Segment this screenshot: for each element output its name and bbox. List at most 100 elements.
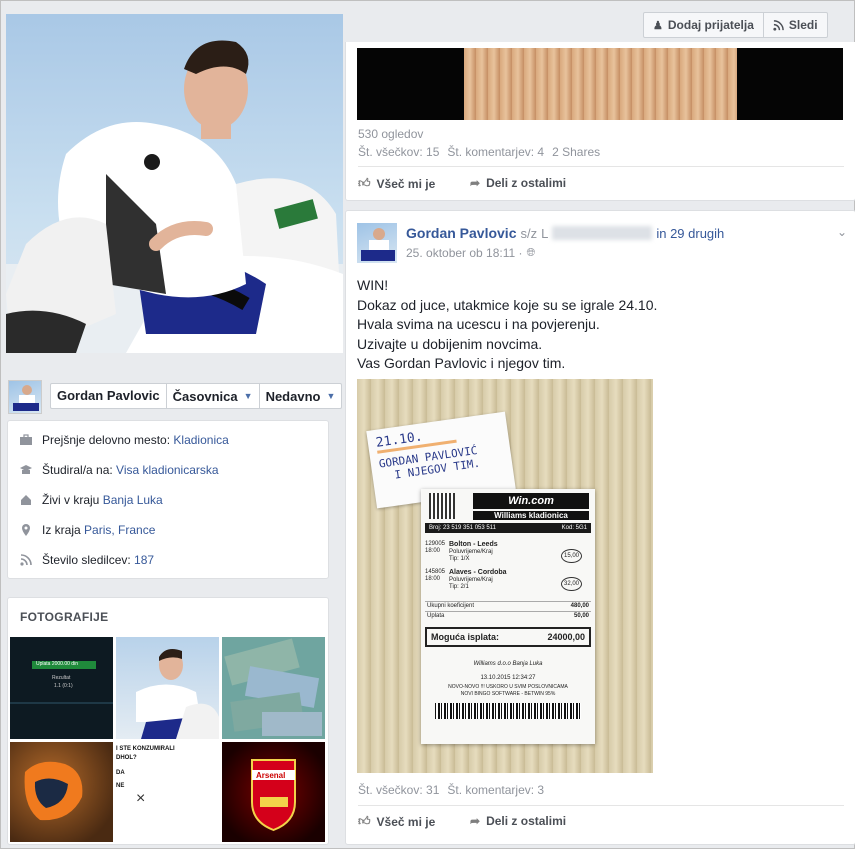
post-2-likes-count[interactable]: Št. všečkov: 31 bbox=[358, 783, 439, 797]
photo-tile-5[interactable]: I STE KONZUMIRALI DHOL? DA NE × bbox=[116, 742, 219, 842]
ticket-footer-2: 13.10.2015 12:34:27 bbox=[480, 675, 536, 681]
timeline-label: Časovnica bbox=[172, 388, 238, 404]
post-2-like-button[interactable]: 👍︎ Všeč mi je bbox=[358, 814, 435, 829]
rider-thumb-illustration bbox=[136, 649, 219, 739]
tagged-initial[interactable]: L bbox=[541, 226, 548, 241]
match-time: 18:00 bbox=[425, 548, 441, 554]
recent-label: Nedavno bbox=[265, 388, 321, 404]
match-time: 18:00 bbox=[425, 576, 441, 582]
thumbs-up-icon: 👍︎ bbox=[358, 814, 371, 828]
post-2-comments-count[interactable]: Št. komentarjev: 3 bbox=[447, 783, 544, 797]
post-line: Hvala svima na ucescu i na povjerenju. bbox=[357, 316, 600, 332]
match-id: 145805 bbox=[425, 569, 446, 575]
post-line: Uzivajte u dobijenim novcima. bbox=[357, 335, 543, 352]
intro-item-home: Živi v kraju Banja Luka bbox=[20, 493, 163, 507]
photo-tile-3[interactable] bbox=[222, 637, 325, 739]
post-1-like-button[interactable]: 👍︎ Všeč mi je bbox=[358, 176, 435, 191]
profile-thumb[interactable] bbox=[8, 380, 42, 414]
profile-cover-photo[interactable] bbox=[6, 14, 343, 353]
intro-item-hometown: Iz kraja Paris, France bbox=[20, 523, 155, 537]
intro-item-text: Živi v kraju Banja Luka bbox=[42, 493, 163, 507]
post-1-shares-count[interactable]: 2 Shares bbox=[552, 145, 600, 159]
like-label: Všeč mi je bbox=[376, 176, 436, 191]
post-2-photo[interactable]: 21.10. GORDAN PAVLOVIĆ I NJEGOV TIM. Win… bbox=[357, 379, 653, 773]
with-prefix: s/z bbox=[520, 225, 538, 241]
post-author-link[interactable]: Gordan Pavlovic bbox=[406, 225, 516, 241]
city-link[interactable]: Banja Luka bbox=[103, 493, 163, 507]
hometown-link[interactable]: Paris, France bbox=[84, 523, 155, 537]
qr-code-icon bbox=[429, 493, 455, 519]
briefcase-icon bbox=[20, 434, 32, 445]
stake-label: Uplata bbox=[427, 613, 445, 619]
tile-divider bbox=[10, 702, 113, 704]
header-actions: ♟ Dodaj prijatelja Sledi bbox=[643, 12, 828, 38]
followers-link[interactable]: 187 bbox=[134, 553, 154, 567]
match-odd: 15,00 bbox=[561, 549, 583, 563]
work-link[interactable]: Kladionica bbox=[173, 433, 228, 447]
post-1-video[interactable] bbox=[357, 48, 843, 120]
recent-dropdown[interactable]: Nedavno ▼ bbox=[260, 384, 342, 408]
post-2-share-button[interactable]: ➦ Deli z ostalimi bbox=[470, 814, 566, 828]
close-icon: × bbox=[136, 790, 146, 807]
coef-value: 480,00 bbox=[570, 603, 589, 609]
school-link[interactable]: Visa kladionicarska bbox=[116, 463, 219, 477]
post-1-share-button[interactable]: ➦ Deli z ostalimi bbox=[470, 176, 566, 190]
post-options-chevron-icon[interactable]: ⌄ bbox=[837, 225, 847, 239]
add-friend-button[interactable]: ♟ Dodaj prijatelja bbox=[643, 12, 764, 38]
post-timestamp[interactable]: 25. oktober ob 18:11 · bbox=[406, 246, 523, 260]
chevron-down-icon: ▼ bbox=[243, 391, 253, 401]
photo-tile-2[interactable] bbox=[116, 637, 219, 739]
match-odd: 32,00 bbox=[561, 577, 583, 591]
match-teams: Bolton - Leeds bbox=[449, 541, 498, 548]
rider-photo-illustration bbox=[6, 40, 343, 353]
post-2-card: Gordan Pavlovic s/z L in 29 drugih 25. o… bbox=[345, 210, 855, 845]
post-2-avatar[interactable] bbox=[357, 223, 397, 263]
match-tip: Tip: 2/1 bbox=[449, 584, 469, 590]
timeline-dropdown[interactable]: Časovnica ▼ bbox=[167, 384, 260, 408]
ticket-footer-4: NOVI BINGO SOFTWARE - BETWIN 95% bbox=[460, 691, 556, 697]
post-1-likes-count[interactable]: Št. všečkov: 15 bbox=[358, 145, 439, 159]
share-label: Deli z ostalimi bbox=[486, 176, 567, 190]
tagged-others-link[interactable]: in 29 drugih bbox=[656, 226, 724, 241]
post-line: Dokaz od juce, utakmice koje su se igral… bbox=[357, 296, 658, 313]
ticket-coef-row: Ukupni koeficijent 480,00 bbox=[425, 601, 591, 610]
post-2-divider bbox=[358, 805, 844, 806]
ticket-footer-1: Williams d.o.o Banja Luka bbox=[473, 661, 543, 667]
intro-item-followers: Število sledilcev: 187 bbox=[20, 553, 154, 567]
tile-question-2: DHOL? bbox=[116, 755, 137, 761]
thumbs-up-icon: 👍︎ bbox=[358, 176, 371, 190]
photo-tile-1[interactable]: Uplata 2000.00 din Rezultat 1.1 (0:1) bbox=[10, 637, 113, 739]
avatar bbox=[361, 228, 395, 261]
follow-button[interactable]: Sledi bbox=[763, 12, 828, 38]
ticket-number-bar: Broj: 23 519 351 053 511 Kod: 5G1 bbox=[425, 523, 591, 533]
intro-card: Prejšnje delovno mesto: Kladionica Študi… bbox=[7, 420, 329, 579]
post-line: Vas Gordan Pavlovic i njegov tim. bbox=[357, 355, 566, 371]
share-arrow-icon: ➦ bbox=[470, 814, 481, 828]
barcode-icon bbox=[435, 703, 581, 719]
crest-label: Arsenal bbox=[256, 771, 286, 780]
banknotes-illustration bbox=[224, 638, 322, 736]
photo-tile-6[interactable]: Arsenal bbox=[222, 742, 325, 842]
photos-title[interactable]: FOTOGRAFIJE bbox=[20, 610, 108, 624]
post-1-card: 530 ogledov Št. všečkov: 15 Št. komentar… bbox=[345, 42, 855, 201]
intro-item-education: Študiral/a na: Visa kladionicarska bbox=[20, 463, 219, 477]
profile-name-tab[interactable]: Gordan Pavlovic bbox=[51, 384, 167, 408]
post-2-stats: Št. všečkov: 31 Št. komentarjev: 3 bbox=[358, 783, 544, 797]
post-1-views: 530 ogledov bbox=[358, 127, 424, 141]
video-frame-money bbox=[464, 48, 737, 120]
follow-label: Sledi bbox=[788, 18, 818, 32]
intro-item-text: Študiral/a na: Visa kladionicarska bbox=[42, 463, 219, 477]
photo-tile-4[interactable] bbox=[10, 742, 113, 842]
add-friend-label: Dodaj prijatelja bbox=[667, 18, 754, 32]
bears-logo-illustration bbox=[24, 761, 83, 821]
coef-label: Ukupni koeficijent bbox=[427, 603, 475, 609]
intro-item-text: Iz kraja Paris, France bbox=[42, 523, 156, 537]
post-1-stats: Št. všečkov: 15 Št. komentarjev: 4 2 Sha… bbox=[358, 145, 600, 159]
arsenal-crest-illustration bbox=[251, 759, 296, 832]
profile-nav: Gordan Pavlovic Časovnica ▼ Nedavno ▼ bbox=[50, 383, 343, 409]
tile-text-top: Uplata 2000.00 din bbox=[36, 661, 78, 667]
post-1-comments-count[interactable]: Št. komentarjev: 4 bbox=[447, 145, 544, 159]
education-icon bbox=[20, 465, 32, 474]
post-2-header: Gordan Pavlovic s/z L in 29 drugih bbox=[406, 225, 724, 241]
match-tip: Tip: 1/X bbox=[449, 556, 470, 562]
